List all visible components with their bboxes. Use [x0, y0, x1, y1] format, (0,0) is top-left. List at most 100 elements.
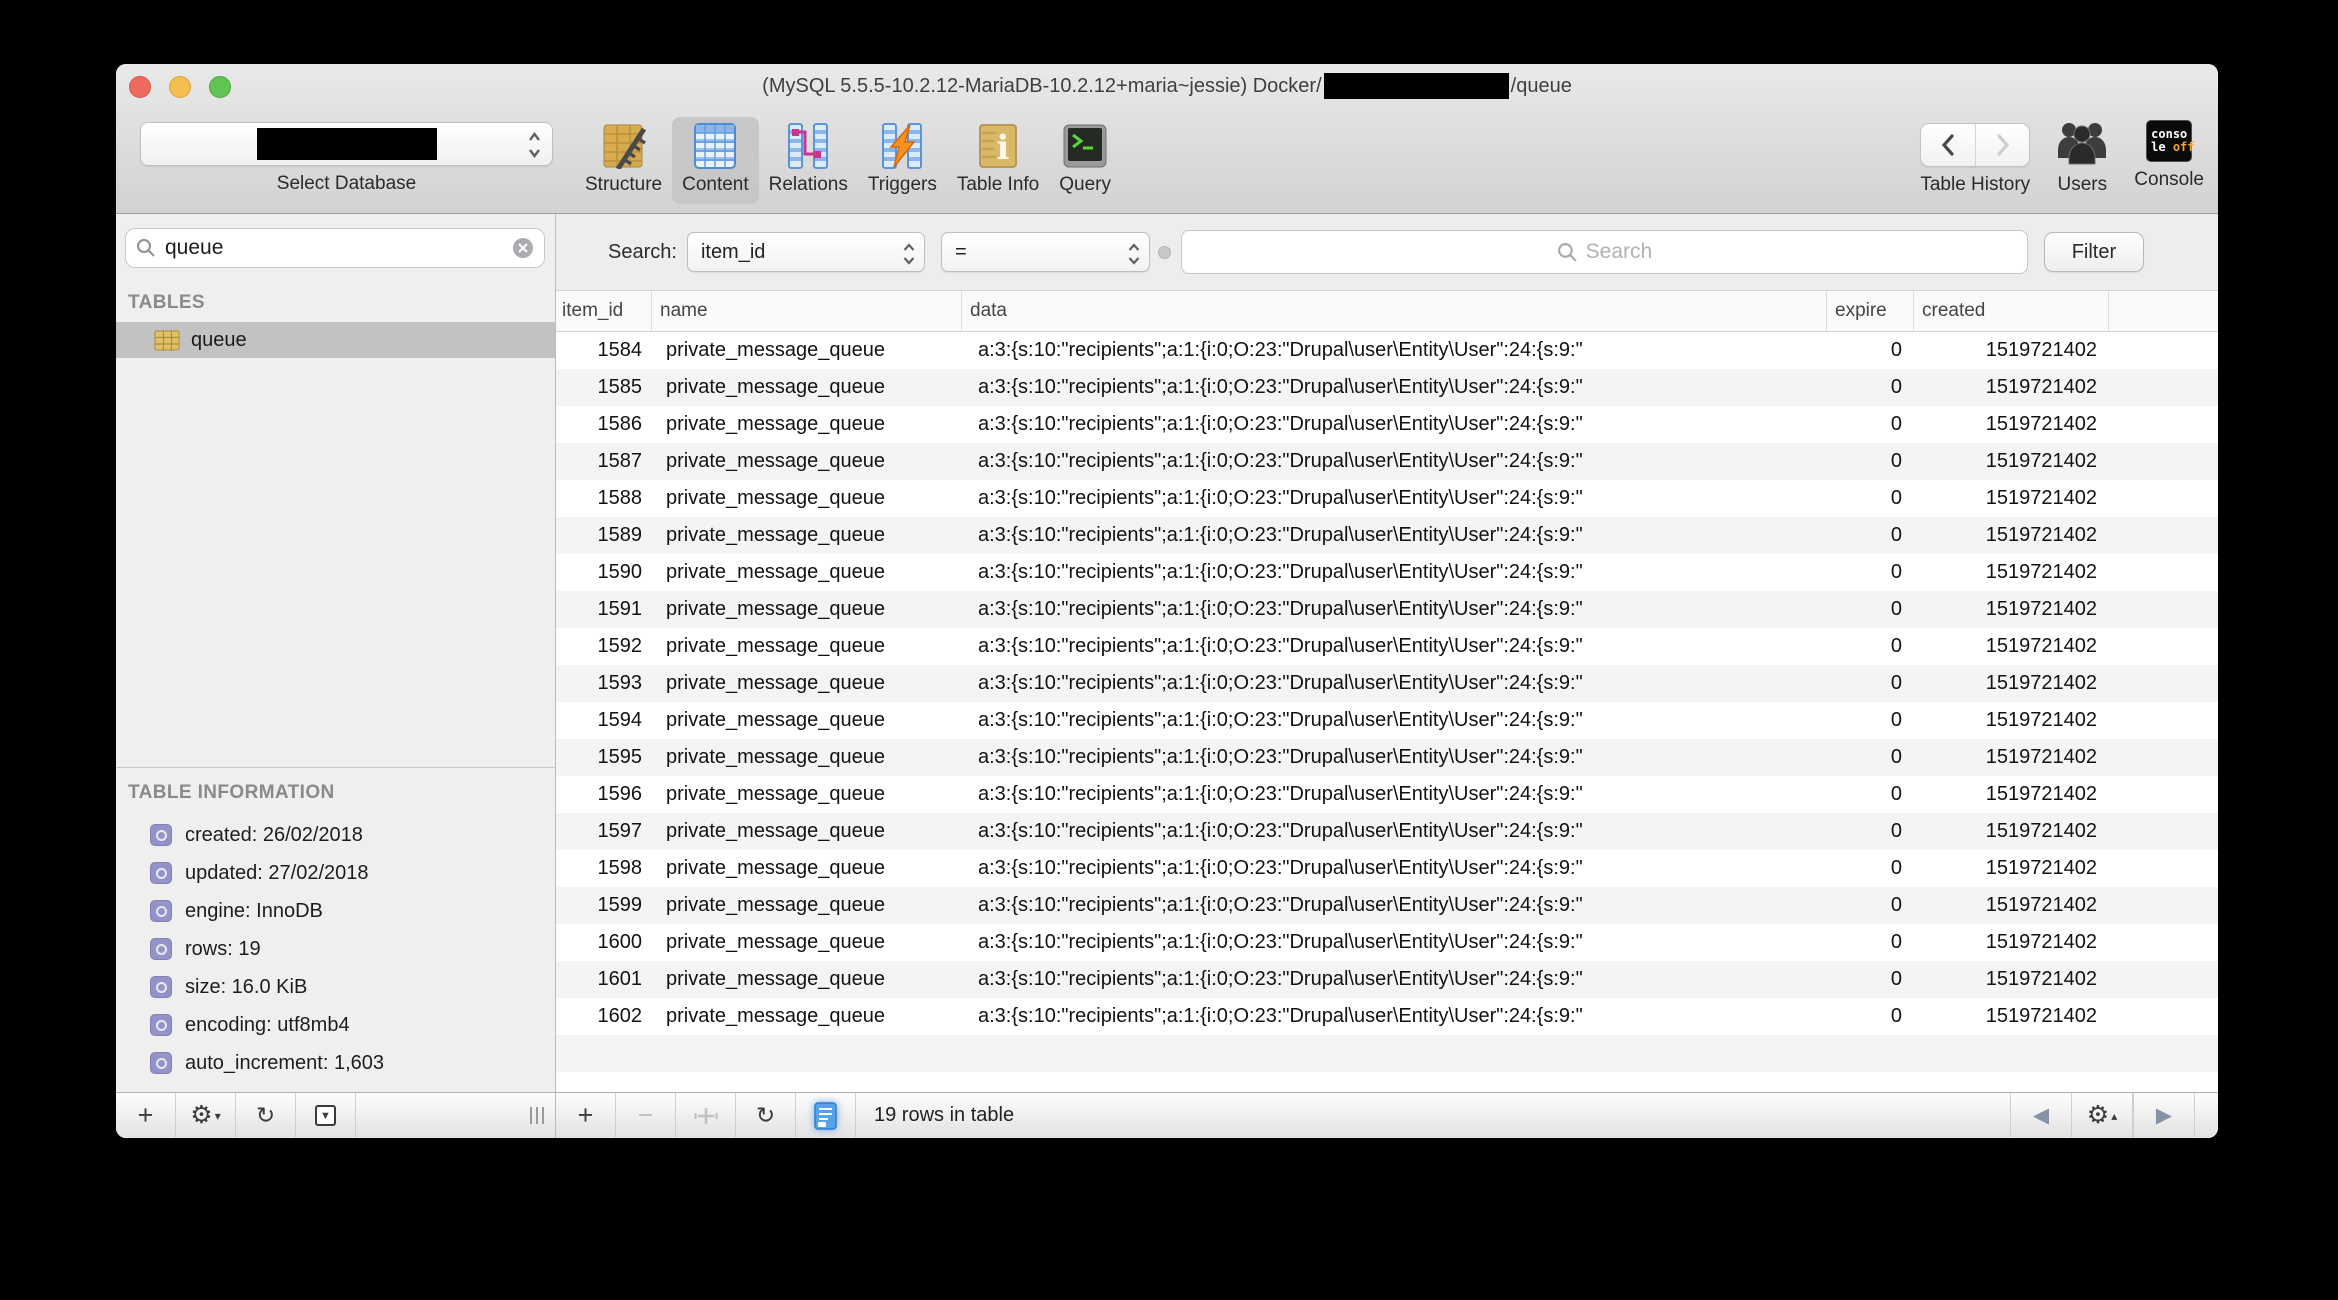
cell-expire[interactable]: 0 [1827, 887, 1914, 924]
history-forward-button[interactable] [1976, 124, 2030, 166]
cell-expire[interactable]: 0 [1827, 480, 1914, 517]
cell-expire[interactable]: 0 [1827, 998, 1914, 1035]
cell-created[interactable]: 1519721402 [1914, 776, 2109, 813]
cell-created[interactable]: 1519721402 [1914, 369, 2109, 406]
cell-created[interactable]: 1519721402 [1914, 850, 2109, 887]
cell-created[interactable]: 1519721402 [1914, 665, 2109, 702]
cell-created[interactable]: 1519721402 [1914, 924, 2109, 961]
cell-item_id[interactable]: 1586 [556, 406, 652, 443]
cell-expire[interactable]: 0 [1827, 739, 1914, 776]
cell-item_id[interactable]: 1596 [556, 776, 652, 813]
toolbar-table-info-button[interactable]: i Table Info [947, 117, 1049, 204]
cell-created[interactable]: 1519721402 [1914, 443, 2109, 480]
cell-item_id[interactable]: 1587 [556, 443, 652, 480]
table-filter-field[interactable]: queue [125, 228, 545, 268]
cell-expire[interactable]: 0 [1827, 517, 1914, 554]
cell-created[interactable]: 1519721402 [1914, 406, 2109, 443]
cell-name[interactable]: private_message_queue [652, 924, 962, 961]
cell-expire[interactable]: 0 [1827, 850, 1914, 887]
add-table-button[interactable]: + [116, 1093, 176, 1138]
cell-name[interactable]: private_message_queue [652, 665, 962, 702]
filter-search-input[interactable]: Search [1181, 230, 2028, 274]
cell-data[interactable]: a:3:{s:10:"recipients";a:1:{i:0;O:23:"Dr… [962, 850, 1827, 887]
table-row[interactable]: 1588private_message_queuea:3:{s:10:"reci… [556, 480, 2218, 517]
cell-name[interactable]: private_message_queue [652, 332, 962, 369]
table-row[interactable]: 1587private_message_queuea:3:{s:10:"reci… [556, 443, 2218, 480]
cell-created[interactable]: 1519721402 [1914, 332, 2109, 369]
cell-name[interactable]: private_message_queue [652, 406, 962, 443]
cell-expire[interactable]: 0 [1827, 665, 1914, 702]
toolbar-content-button[interactable]: Content [672, 117, 759, 204]
cell-expire[interactable]: 0 [1827, 332, 1914, 369]
cell-created[interactable]: 1519721402 [1914, 591, 2109, 628]
table-row[interactable]: 1594private_message_queuea:3:{s:10:"reci… [556, 702, 2218, 739]
cell-data[interactable]: a:3:{s:10:"recipients";a:1:{i:0;O:23:"Dr… [962, 924, 1827, 961]
table-row[interactable]: 1599private_message_queuea:3:{s:10:"reci… [556, 887, 2218, 924]
cell-created[interactable]: 1519721402 [1914, 887, 2109, 924]
cell-name[interactable]: private_message_queue [652, 554, 962, 591]
column-header-expire[interactable]: expire [1827, 291, 1914, 331]
previous-page-button[interactable]: ◀ [2011, 1093, 2072, 1138]
cell-created[interactable]: 1519721402 [1914, 517, 2109, 554]
cell-name[interactable]: private_message_queue [652, 369, 962, 406]
table-row[interactable]: 1600private_message_queuea:3:{s:10:"reci… [556, 924, 2218, 961]
next-page-button[interactable]: ▶ [2133, 1093, 2194, 1138]
cell-item_id[interactable]: 1591 [556, 591, 652, 628]
table-row[interactable]: 1590private_message_queuea:3:{s:10:"reci… [556, 554, 2218, 591]
table-row[interactable]: 1591private_message_queuea:3:{s:10:"reci… [556, 591, 2218, 628]
cell-name[interactable]: private_message_queue [652, 998, 962, 1035]
table-actions-gear-button[interactable]: ⚙▾ [176, 1093, 236, 1138]
cell-name[interactable]: private_message_queue [652, 961, 962, 998]
cell-name[interactable]: private_message_queue [652, 776, 962, 813]
column-header-created[interactable]: created [1914, 291, 2109, 331]
pagination-gear-button[interactable]: ⚙▴ [2072, 1093, 2133, 1138]
cell-item_id[interactable]: 1601 [556, 961, 652, 998]
cell-name[interactable]: private_message_queue [652, 628, 962, 665]
cell-created[interactable]: 1519721402 [1914, 480, 2109, 517]
table-row[interactable]: 1585private_message_queuea:3:{s:10:"reci… [556, 369, 2218, 406]
cell-data[interactable]: a:3:{s:10:"recipients";a:1:{i:0;O:23:"Dr… [962, 887, 1827, 924]
cell-item_id[interactable]: 1597 [556, 813, 652, 850]
table-row[interactable]: 1598private_message_queuea:3:{s:10:"reci… [556, 850, 2218, 887]
cell-data[interactable]: a:3:{s:10:"recipients";a:1:{i:0;O:23:"Dr… [962, 961, 1827, 998]
cell-expire[interactable]: 0 [1827, 406, 1914, 443]
cell-name[interactable]: private_message_queue [652, 813, 962, 850]
cell-name[interactable]: private_message_queue [652, 480, 962, 517]
cell-item_id[interactable]: 1592 [556, 628, 652, 665]
toolbar-relations-button[interactable]: Relations [759, 117, 858, 204]
cell-name[interactable]: private_message_queue [652, 591, 962, 628]
sidebar-table-queue[interactable]: queue [116, 322, 555, 358]
cell-data[interactable]: a:3:{s:10:"recipients";a:1:{i:0;O:23:"Dr… [962, 813, 1827, 850]
cell-item_id[interactable]: 1599 [556, 887, 652, 924]
cell-item_id[interactable]: 1600 [556, 924, 652, 961]
cell-data[interactable]: a:3:{s:10:"recipients";a:1:{i:0;O:23:"Dr… [962, 665, 1827, 702]
cell-name[interactable]: private_message_queue [652, 517, 962, 554]
cell-data[interactable]: a:3:{s:10:"recipients";a:1:{i:0;O:23:"Dr… [962, 443, 1827, 480]
cell-item_id[interactable]: 1588 [556, 480, 652, 517]
users-group[interactable]: Users [2056, 120, 2108, 196]
column-header-data[interactable]: data [962, 291, 1827, 331]
cell-data[interactable]: a:3:{s:10:"recipients";a:1:{i:0;O:23:"Dr… [962, 739, 1827, 776]
cell-created[interactable]: 1519721402 [1914, 739, 2109, 776]
cell-item_id[interactable]: 1585 [556, 369, 652, 406]
cell-created[interactable]: 1519721402 [1914, 813, 2109, 850]
pane-resize-grip[interactable] [530, 1107, 544, 1124]
cell-expire[interactable]: 0 [1827, 591, 1914, 628]
cell-data[interactable]: a:3:{s:10:"recipients";a:1:{i:0;O:23:"Dr… [962, 517, 1827, 554]
table-row[interactable]: 1586private_message_queuea:3:{s:10:"reci… [556, 406, 2218, 443]
cell-name[interactable]: private_message_queue [652, 739, 962, 776]
cell-expire[interactable]: 0 [1827, 924, 1914, 961]
cell-item_id[interactable]: 1595 [556, 739, 652, 776]
refresh-tables-button[interactable]: ↻ [236, 1093, 296, 1138]
table-row[interactable]: 1595private_message_queuea:3:{s:10:"reci… [556, 739, 2218, 776]
cell-data[interactable]: a:3:{s:10:"recipients";a:1:{i:0;O:23:"Dr… [962, 776, 1827, 813]
cell-name[interactable]: private_message_queue [652, 443, 962, 480]
column-header-name[interactable]: name [652, 291, 962, 331]
cell-item_id[interactable]: 1602 [556, 998, 652, 1035]
cell-created[interactable]: 1519721402 [1914, 702, 2109, 739]
cell-expire[interactable]: 0 [1827, 628, 1914, 665]
cell-expire[interactable]: 0 [1827, 554, 1914, 591]
toolbar-query-button[interactable]: Query [1049, 117, 1121, 204]
column-header-item_id[interactable]: item_id [556, 291, 652, 331]
table-row[interactable]: 1596private_message_queuea:3:{s:10:"reci… [556, 776, 2218, 813]
